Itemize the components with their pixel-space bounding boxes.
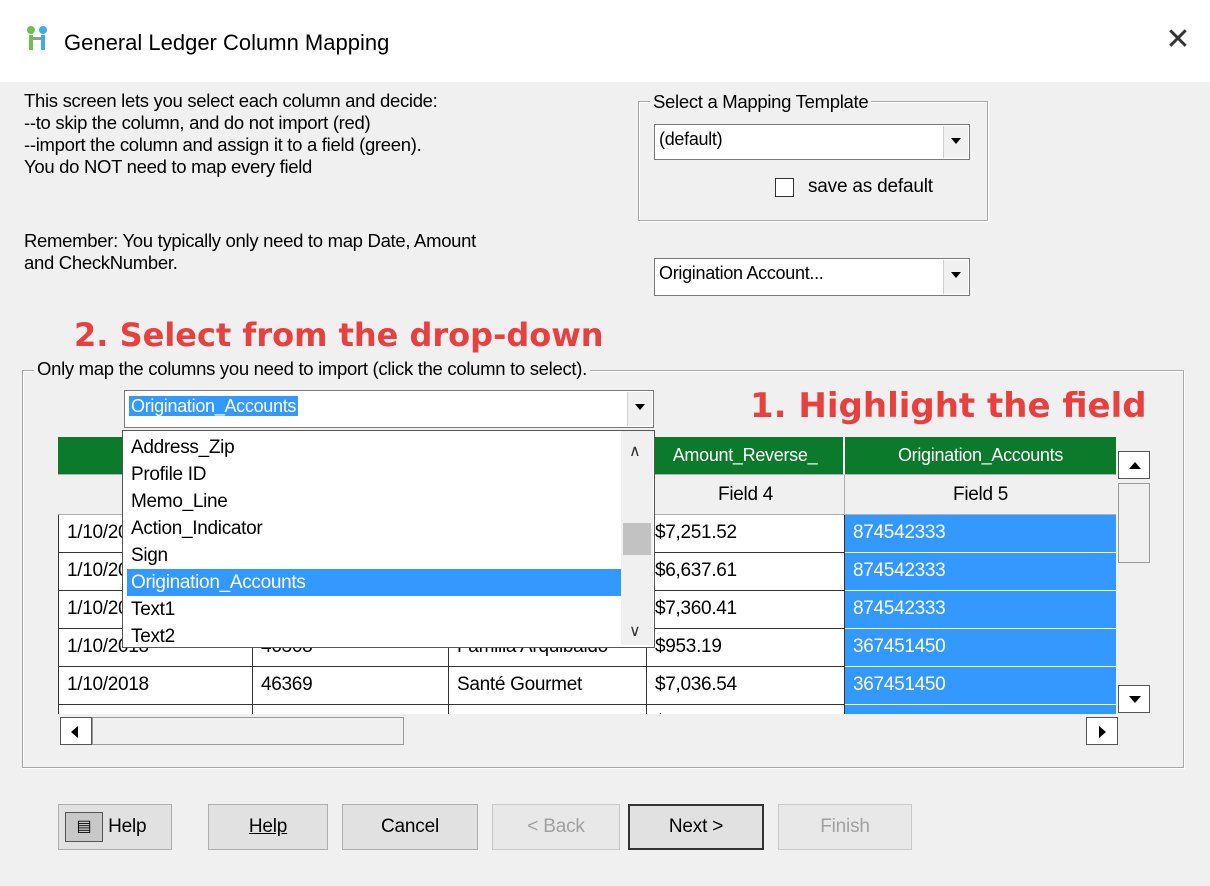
dropdown-item[interactable]: Origination_Accounts	[127, 569, 625, 596]
help-icon-button[interactable]: ▤ Help	[58, 804, 172, 850]
dropdown-item[interactable]: Text1	[127, 596, 625, 623]
instruction-line: You do NOT need to map every field	[24, 156, 313, 177]
help-button-label: Help	[248, 816, 288, 837]
table-cell[interactable]: 46369	[253, 667, 449, 705]
scroll-thumb[interactable]	[1118, 483, 1150, 563]
column-field-dropdown[interactable]: Address_Zip Profile ID Memo_Line Action_Ind…	[122, 430, 655, 648]
mapping-template-group	[638, 101, 988, 221]
finish-button-label: Finish	[820, 816, 870, 837]
finish-button[interactable]: Finish	[778, 804, 912, 850]
save-as-default-label: save as default	[808, 176, 933, 197]
annotation-step-2: 2. Select from the drop-down	[74, 316, 604, 354]
instruction-line: --to skip the column, and do not import …	[24, 112, 371, 133]
scroll-up-icon[interactable]	[1118, 451, 1150, 479]
table-cell[interactable]: $953.19	[647, 629, 845, 667]
grid-vertical-scrollbar[interactable]	[1116, 437, 1152, 714]
table-cell[interactable]: 367451450	[845, 629, 1116, 667]
title-bar: General Ledger Column Mapping ✕	[0, 0, 1210, 82]
scroll-thumb[interactable]	[92, 717, 404, 745]
scroll-down-icon[interactable]: ∨	[629, 621, 641, 641]
field-label: Field 4	[647, 475, 845, 515]
scroll-up-icon[interactable]: ∧	[629, 441, 641, 461]
table-cell[interactable]: Seven Seas Imports	[449, 705, 647, 714]
table-cell[interactable]: 1/10/2018	[58, 667, 253, 705]
table-cell[interactable]: 874542333	[845, 591, 1116, 629]
field-label: Field 5	[845, 475, 1116, 515]
next-button-label: Next >	[668, 816, 724, 837]
column-mapping-legend: Only map the columns you need to import …	[34, 358, 590, 380]
grid-horizontal-scrollbar[interactable]	[58, 714, 1118, 748]
table-cell[interactable]: Santé Gourmet	[449, 667, 647, 705]
remember-line: and CheckNumber.	[24, 252, 178, 273]
dropdown-item[interactable]: Profile ID	[127, 461, 625, 488]
table-cell[interactable]: 874542333	[845, 515, 1116, 553]
chevron-down-icon[interactable]	[943, 260, 968, 294]
mapping-template-legend: Select a Mapping Template	[650, 91, 872, 113]
dropdown-item[interactable]: Sign	[127, 542, 625, 569]
column-header[interactable]: Amount_Reverse_	[647, 437, 845, 475]
scroll-left-icon[interactable]	[60, 717, 92, 745]
table-cell[interactable]: 46370	[253, 705, 449, 714]
cancel-button-label: Cancel	[381, 816, 439, 837]
field-select[interactable]: Origination Account...	[654, 258, 970, 296]
remember-note: Remember: You typically only need to map…	[24, 230, 476, 274]
instruction-line: --import the column and assign it to a f…	[24, 134, 422, 155]
dropdown-scrollbar[interactable]: ∧ ∨	[621, 431, 653, 645]
column-header[interactable]: Origination_Accounts	[845, 437, 1116, 475]
annotation-step-1: 1. Highlight the field	[750, 386, 1147, 426]
field-select-value: Origination Account...	[659, 263, 824, 283]
table-cell[interactable]: 367451450	[845, 667, 1116, 705]
chevron-down-icon[interactable]	[627, 392, 652, 426]
column-field-select-value-wrap: Origination_Accounts	[129, 396, 299, 417]
scroll-right-icon[interactable]	[1086, 717, 1118, 745]
next-button[interactable]: Next >	[628, 804, 764, 850]
dropdown-item[interactable]: Memo_Line	[127, 488, 625, 515]
dropdown-item[interactable]: Address_Zip	[127, 434, 625, 461]
remember-line: Remember: You typically only need to map…	[24, 230, 477, 251]
back-button-label: < Back	[527, 816, 585, 837]
dropdown-item[interactable]: Action_Indicator	[127, 515, 625, 542]
mapping-template-select[interactable]: (default)	[654, 124, 970, 160]
help-icon-button-label: Help	[108, 816, 147, 837]
table-cell[interactable]: 367451450	[845, 705, 1116, 714]
scroll-down-icon[interactable]	[1118, 685, 1150, 713]
help-button[interactable]: Help	[208, 804, 328, 850]
table-cell[interactable]: $7,251.52	[647, 515, 845, 553]
app-icon	[27, 26, 47, 50]
back-button[interactable]: < Back	[492, 804, 620, 850]
cancel-button[interactable]: Cancel	[342, 804, 478, 850]
help-book-icon: ▤	[65, 811, 103, 842]
table-cell[interactable]: $6,637.61	[647, 553, 845, 591]
instructions: This screen lets you select each column …	[24, 90, 438, 178]
chevron-down-icon[interactable]	[943, 126, 968, 158]
mapping-template-value: (default)	[659, 129, 723, 149]
column-field-select[interactable]: Origination_Accounts	[124, 390, 654, 428]
table-cell[interactable]: 1/10/2018	[58, 705, 253, 714]
table-cell[interactable]: $7,036.54	[647, 667, 845, 705]
close-icon[interactable]: ✕	[1160, 22, 1196, 58]
scroll-thumb[interactable]	[623, 523, 651, 555]
table-cell[interactable]: $5,559.96	[647, 705, 845, 714]
window-title: General Ledger Column Mapping	[64, 30, 390, 55]
column-field-select-value: Origination_Accounts	[129, 396, 299, 416]
table-cell[interactable]: 874542333	[845, 553, 1116, 591]
instruction-line: This screen lets you select each column …	[24, 90, 438, 111]
save-as-default-checkbox[interactable]	[775, 178, 794, 197]
dropdown-item[interactable]: Text2	[127, 623, 625, 647]
table-cell[interactable]: $7,360.41	[647, 591, 845, 629]
